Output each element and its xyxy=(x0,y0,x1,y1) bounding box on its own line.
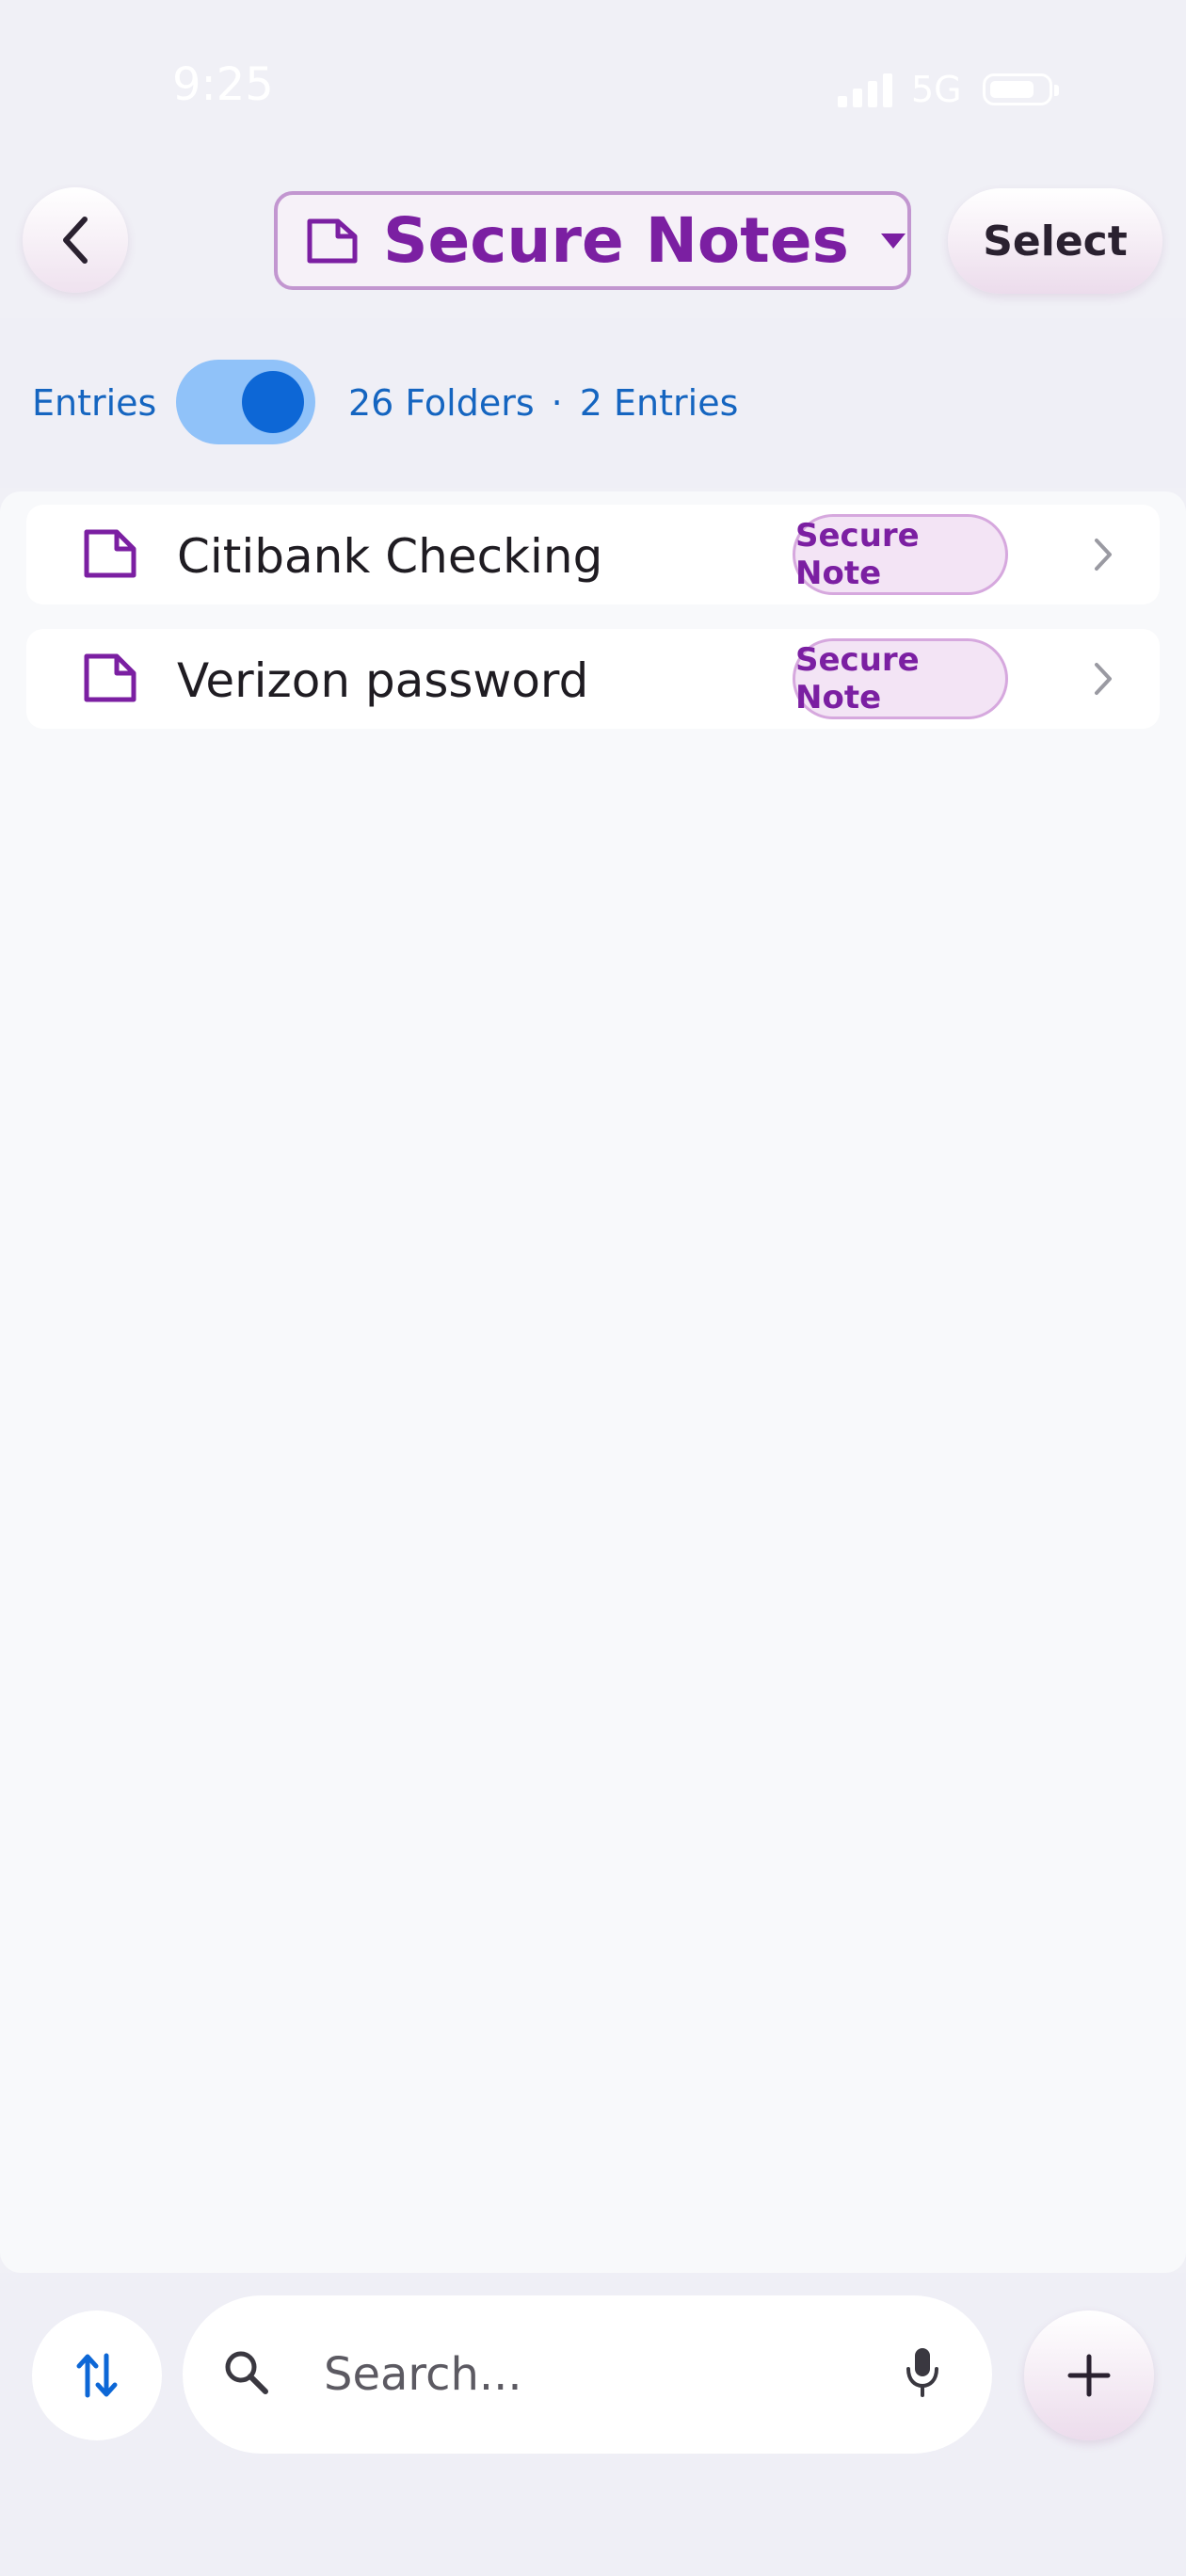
status-indicators: 5G xyxy=(838,66,1059,113)
filter-bar: Entries 26 Folders · 2 Entries xyxy=(0,318,1186,488)
back-button[interactable] xyxy=(23,187,128,293)
entry-title: Citibank Checking xyxy=(177,529,603,584)
entries-toggle[interactable] xyxy=(176,360,315,444)
chevron-right-icon xyxy=(1095,663,1112,695)
toggle-knob xyxy=(242,371,304,433)
bottom-toolbar: Search... xyxy=(0,2273,1186,2576)
search-placeholder: Search... xyxy=(324,2348,522,2401)
note-icon xyxy=(84,529,136,578)
caret-down-icon xyxy=(880,233,906,249)
count-separator: · xyxy=(551,382,563,424)
item-counts: 26 Folders · 2 Entries xyxy=(348,382,738,424)
network-label: 5G xyxy=(911,69,962,110)
entries-list: Citibank Checking Secure Note Verizon pa… xyxy=(0,491,1186,2273)
list-item[interactable]: Citibank Checking Secure Note xyxy=(26,505,1160,604)
list-item[interactable]: Verizon password Secure Note xyxy=(26,629,1160,729)
battery-icon xyxy=(982,73,1059,105)
sort-button[interactable] xyxy=(32,2310,162,2440)
page-title: Secure Notes xyxy=(383,204,849,277)
entry-title: Verizon password xyxy=(177,653,589,708)
search-icon xyxy=(225,2351,268,2394)
chevron-left-icon xyxy=(63,217,88,264)
plus-icon xyxy=(1067,2354,1111,2397)
signal-icon xyxy=(838,72,892,107)
entries-label: Entries xyxy=(32,382,157,424)
folders-count: 26 Folders xyxy=(348,382,535,424)
entries-count: 2 Entries xyxy=(579,382,739,424)
microphone-icon[interactable] xyxy=(904,2344,941,2401)
entry-type-badge: Secure Note xyxy=(793,514,1008,595)
chevron-right-icon xyxy=(1095,539,1112,571)
note-icon xyxy=(307,218,358,263)
search-input[interactable]: Search... xyxy=(183,2295,992,2454)
entry-type-badge: Secure Note xyxy=(793,638,1008,719)
sort-arrows-icon xyxy=(76,2353,118,2398)
status-time: 9:25 xyxy=(172,58,274,111)
add-entry-button[interactable] xyxy=(1024,2310,1154,2440)
note-icon xyxy=(84,653,136,702)
folder-title-dropdown[interactable]: Secure Notes xyxy=(274,191,911,290)
select-button[interactable]: Select xyxy=(948,188,1162,294)
